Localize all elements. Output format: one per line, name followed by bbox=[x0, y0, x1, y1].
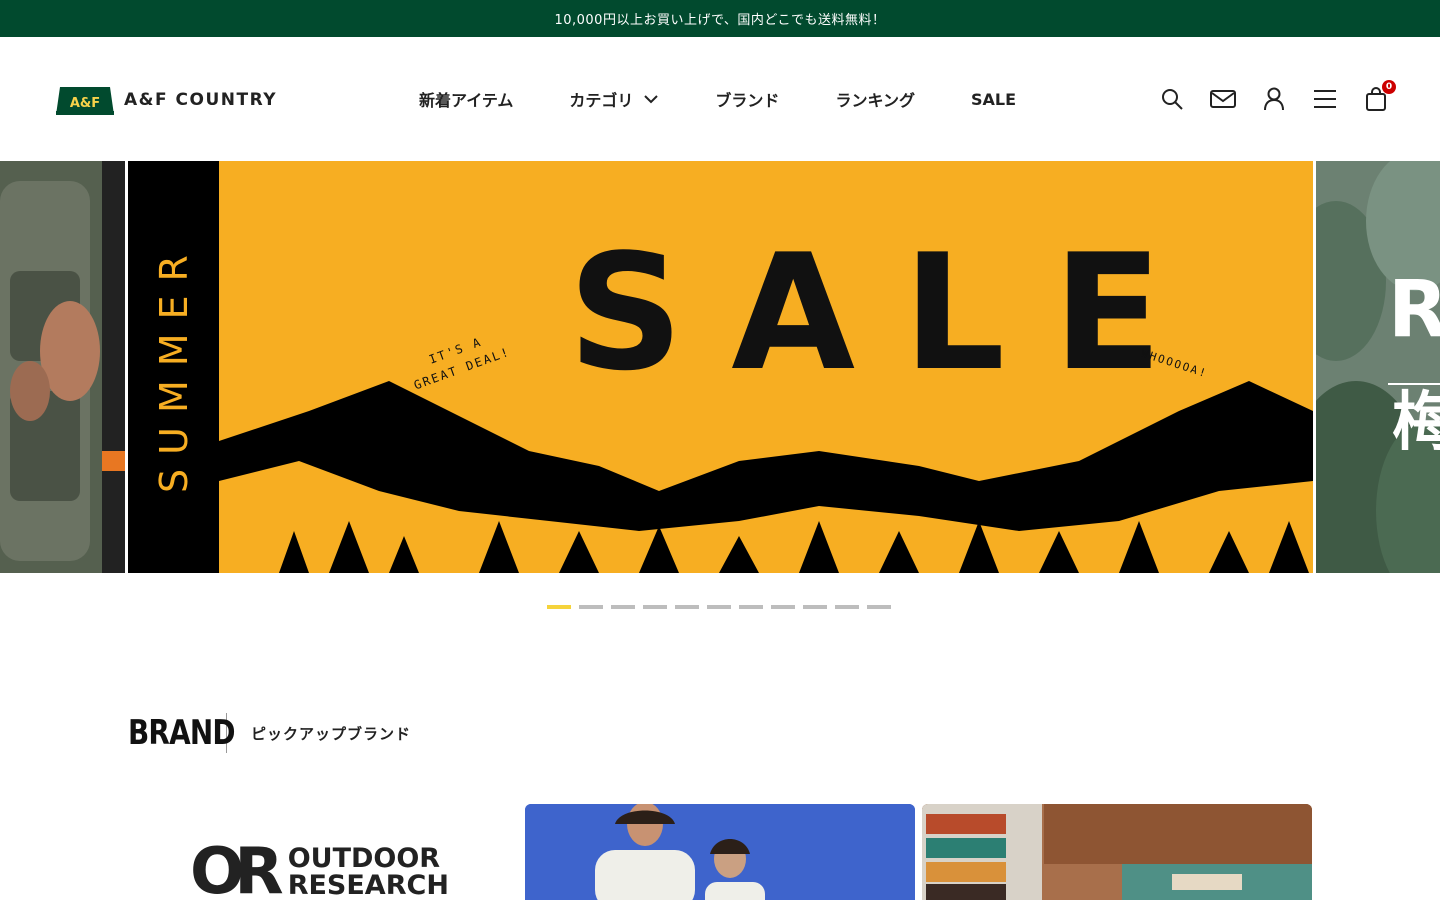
blankets-rug-photo bbox=[922, 804, 1312, 900]
brand-card-apparel[interactable] bbox=[525, 804, 915, 900]
nav-label: SALE bbox=[970, 89, 1016, 109]
summer-label: SUMMER bbox=[151, 241, 196, 493]
site-header: A&F A&F COUNTRY 新着アイテム カテゴリ ブランド ランキング S… bbox=[0, 37, 1440, 161]
brand-cards: OR OUTDOOR RESEARCH bbox=[128, 804, 1312, 904]
chevron-down-icon bbox=[644, 95, 659, 104]
or-logo-line2: RESEARCH bbox=[287, 870, 449, 901]
nav-label: ランキング bbox=[835, 91, 915, 110]
site-logo[interactable]: A&F A&F COUNTRY bbox=[56, 85, 277, 115]
search-button[interactable] bbox=[1158, 85, 1186, 113]
carousel-dot[interactable] bbox=[739, 605, 763, 609]
people-tshirts-photo bbox=[525, 804, 915, 900]
carousel-dot[interactable] bbox=[803, 605, 827, 609]
summer-side-bar: SUMMER bbox=[128, 161, 219, 573]
mail-button[interactable] bbox=[1209, 85, 1237, 113]
sale-title: SALE bbox=[568, 219, 1211, 406]
nav-sale[interactable]: SALE bbox=[971, 90, 1016, 109]
main-nav: 新着アイテム カテゴリ ブランド ランキング SALE bbox=[419, 87, 1016, 111]
menu-button[interactable] bbox=[1311, 85, 1339, 113]
brand-section-header: BRAND ピックアップブランド bbox=[128, 713, 411, 753]
forest-image bbox=[1316, 161, 1440, 573]
brand-section-title: BRAND bbox=[128, 713, 235, 753]
or-logo-mark: OR bbox=[190, 835, 284, 909]
hero-carousel[interactable]: SUMMER SALE IT'S A GREAT DEAL! WHOOOOA! … bbox=[0, 161, 1440, 573]
rain-slide-title: RA bbox=[1388, 265, 1440, 355]
carousel-dot[interactable] bbox=[547, 605, 571, 609]
carousel-pagination bbox=[547, 605, 899, 609]
logo-text: A&F COUNTRY bbox=[124, 90, 278, 110]
slide-summer-sale[interactable]: SUMMER SALE IT'S A GREAT DEAL! WHOOOOA! bbox=[128, 161, 1313, 573]
slide-next-rain[interactable]: RA 梅 bbox=[1316, 161, 1440, 573]
announcement-bar: 10,000円以上お買い上げで、国内どこでも送料無料！ bbox=[0, 0, 1440, 37]
brand-section-subtitle: ピックアップブランド bbox=[251, 724, 412, 743]
slide-strip-accent bbox=[102, 451, 125, 471]
announcement-text: 10,000円以上お買い上げで、国内どこでも送料無料！ bbox=[554, 13, 886, 28]
carousel-dot[interactable] bbox=[579, 605, 603, 609]
rain-slide-kanji: 梅 bbox=[1392, 386, 1440, 460]
logo-mark: A&F bbox=[56, 85, 114, 115]
backpack-image bbox=[0, 161, 102, 573]
cart-count-badge: 0 bbox=[1382, 80, 1396, 94]
header-icons: 0 bbox=[1158, 80, 1396, 113]
carousel-dot[interactable] bbox=[707, 605, 731, 609]
mail-icon bbox=[1210, 90, 1236, 108]
nav-category[interactable]: カテゴリ bbox=[569, 87, 659, 111]
carousel-dot[interactable] bbox=[643, 605, 667, 609]
slide-strip bbox=[102, 161, 125, 573]
nav-ranking[interactable]: ランキング bbox=[835, 87, 915, 111]
account-button[interactable] bbox=[1260, 85, 1288, 113]
logo-mark-text: A&F bbox=[70, 96, 100, 111]
carousel-dot[interactable] bbox=[771, 605, 795, 609]
search-icon bbox=[1162, 89, 1183, 110]
nav-brand[interactable]: ブランド bbox=[715, 87, 779, 111]
carousel-dot[interactable] bbox=[835, 605, 859, 609]
slide-prev-backpack[interactable] bbox=[0, 161, 125, 573]
nav-label: カテゴリ bbox=[569, 91, 634, 110]
carousel-dot[interactable] bbox=[611, 605, 635, 609]
brand-card-outdoor-research[interactable]: OR OUTDOOR RESEARCH bbox=[190, 840, 449, 904]
nav-label: 新着アイテム bbox=[419, 91, 514, 110]
rain-slide-divider bbox=[1388, 383, 1440, 385]
menu-icon bbox=[1314, 90, 1336, 108]
user-icon bbox=[1264, 87, 1284, 111]
nav-label: ブランド bbox=[715, 91, 780, 110]
brand-card-blankets[interactable] bbox=[922, 804, 1312, 900]
carousel-dot[interactable] bbox=[675, 605, 699, 609]
or-logo-words: OUTDOOR RESEARCH bbox=[288, 845, 449, 899]
carousel-dot[interactable] bbox=[867, 605, 891, 609]
cart-button[interactable]: 0 bbox=[1362, 80, 1396, 113]
nav-new-items[interactable]: 新着アイテム bbox=[419, 87, 513, 111]
